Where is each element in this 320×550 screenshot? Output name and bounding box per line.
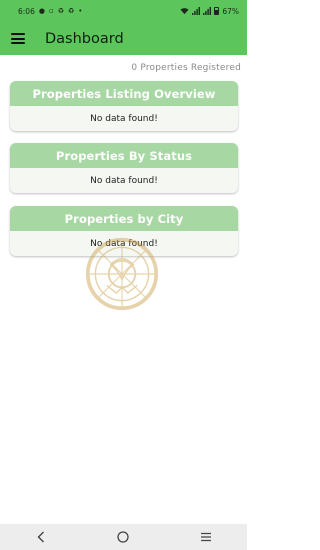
system-nav-bar [0,524,247,550]
back-chevron-icon[interactable] [26,527,56,547]
status-bar: 6:06 ● ▫ ♻ ♻ • 67% [0,0,247,22]
card-empty-message: No data found! [90,113,158,124]
card-title: Properties Listing Overview [10,81,238,106]
home-circle-icon[interactable] [108,527,138,547]
page-title: Dashboard [45,30,124,47]
signal-icon [192,7,201,15]
card-title: Properties by City [10,206,238,231]
recycle-icon: ♻ [57,6,64,15]
hamburger-menu-icon[interactable] [11,33,25,44]
card-empty-message: No data found! [90,175,158,186]
properties-registered-count: 0 Properties Registered [131,63,241,73]
status-time: 6:06 [18,6,35,16]
card-title: Properties By Status [10,143,238,168]
emblem-watermark-icon [85,237,159,311]
recycle-icon: ♻ [67,6,75,15]
status-right: 67% [180,7,239,16]
wifi-icon [180,8,189,15]
card-properties-by-status: Properties By Status No data found! [10,143,238,193]
messenger-icon: ● [38,6,45,15]
recents-lines-icon[interactable] [191,527,221,547]
battery-percent: 67% [222,6,239,16]
status-left: 6:06 ● ▫ ♻ ♻ • [18,7,82,16]
app-bar: Dashboard [0,22,247,55]
card-properties-listing-overview: Properties Listing Overview No data foun… [10,81,238,131]
battery-icon [214,7,220,15]
image-icon: ▫ [48,6,54,15]
signal-icon [203,7,212,15]
dot-icon: • [78,6,83,15]
